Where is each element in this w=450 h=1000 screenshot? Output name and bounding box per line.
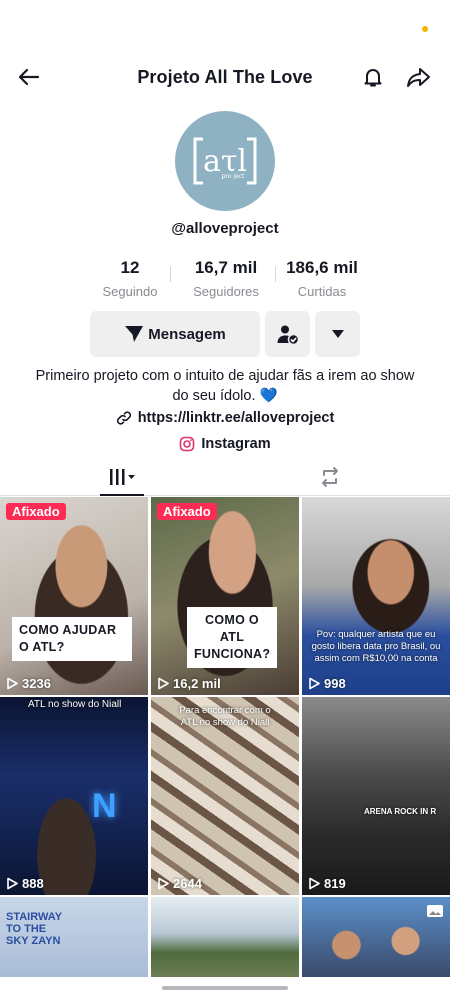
video-overlay-text: Pov: qualquer artista que eu gosto liber… [311,629,441,664]
view-count: 3236 [6,676,51,691]
send-icon [125,326,144,342]
view-count: 888 [6,876,44,891]
video-sign-text: N [92,787,117,825]
link-icon [116,411,131,425]
stat-label: Seguindo [102,284,158,299]
stat-label: Seguidores [193,284,259,299]
video-overlay-text: Para encontrar com o ATL no show do Nial… [179,705,271,728]
divider [275,266,276,282]
stat-likes[interactable]: 186,6 mil Curtidas [282,258,362,299]
view-count-text: 3236 [22,676,51,691]
profile-bio: Primeiro projeto com o intuito de ajudar… [35,368,415,404]
view-count: 16,2 mil [157,676,221,691]
video-thumbnail[interactable]: Afixado COMO AJUDAR O ATL? 3236 [0,497,148,695]
play-icon [309,877,320,890]
back-icon[interactable] [14,62,44,92]
profile-actions: Mensagem [0,311,450,357]
profile-link[interactable]: https://linktr.ee/alloveproject [0,410,450,426]
profile-link-text: https://linktr.ee/alloveproject [137,410,335,426]
view-count: 819 [308,876,346,891]
pinned-badge: Afixado [6,503,66,520]
photo-carousel-icon [427,905,443,917]
view-count: 998 [308,676,346,691]
bell-icon[interactable] [358,62,388,92]
pinned-badge: Afixado [157,503,217,520]
profile-tabs [0,458,450,496]
play-icon [7,877,18,890]
instagram-icon [180,436,195,452]
message-button-label: Mensagem [148,325,226,343]
stat-value: 12 [120,258,140,277]
page-title: Projeto All The Love [137,66,313,87]
play-icon [7,677,18,690]
message-button[interactable]: Mensagem [90,311,260,357]
user-check-icon [277,325,299,346]
video-caption: COMO AJUDAR O ATL? [12,617,132,661]
video-thumbnail[interactable]: Pov: qualquer artista que eu gosto liber… [302,497,450,695]
tab-active-indicator [100,494,144,496]
repost-icon [322,467,338,487]
video-thumbnail[interactable]: ARENA ROCK IN R 819 [302,697,450,895]
video-thumbnail[interactable] [302,897,450,977]
video-thumbnail[interactable]: Afixado COMO O ATL FUNCIONA? 16,2 mil [151,497,299,695]
video-caption: COMO O ATL FUNCIONA? [187,607,277,668]
share-icon[interactable] [404,62,434,92]
more-dropdown-button[interactable] [315,311,360,357]
home-indicator [162,986,288,990]
grid-videos-icon [110,469,135,485]
following-button[interactable] [265,311,310,357]
video-thumbnail[interactable]: Para encontrar com o ATL no show do Nial… [151,697,299,895]
view-count-text: 998 [324,676,346,691]
instagram-label: Instagram [201,436,271,452]
video-thumbnail[interactable]: STAIRWAY TO THE SKY ZAYN [0,897,148,977]
caret-down-icon [331,330,344,338]
stat-following[interactable]: 12 Seguindo [95,258,165,299]
view-count-text: 16,2 mil [173,676,221,691]
tab-reposts[interactable] [312,458,348,496]
play-icon [158,877,169,890]
video-overlay-text: ARENA ROCK IN R [364,807,437,816]
stat-value: 16,7 mil [194,258,258,277]
divider [170,266,171,282]
play-icon [309,677,320,690]
video-thumbnail[interactable] [151,897,299,977]
status-indicator [422,26,428,32]
stat-value: 186,6 mil [286,258,358,277]
stat-label: Curtidas [297,284,347,299]
stat-followers[interactable]: 16,7 mil Seguidores [186,258,266,299]
tab-videos[interactable] [100,458,144,496]
avatar[interactable]: aτl pro ject [175,111,275,211]
top-bar: Projeto All The Love [0,56,450,98]
view-count-text: 2644 [173,876,202,891]
view-count-text: 819 [324,876,346,891]
video-overlay-text: ATL no show do Niall [28,699,122,710]
svg-text:pro ject: pro ject [222,173,245,180]
instagram-link[interactable]: Instagram [0,436,450,452]
profile-stats: 12 Seguindo 16,7 mil Seguidores 186,6 mi… [0,258,450,304]
view-count-text: 888 [22,876,44,891]
play-icon [158,677,169,690]
username: @alloveproject [171,220,279,237]
video-thumbnail[interactable]: ATL no show do Niall N 888 [0,697,148,895]
video-overlay-text: STAIRWAY TO THE SKY ZAYN [6,911,62,947]
view-count: 2644 [157,876,202,891]
